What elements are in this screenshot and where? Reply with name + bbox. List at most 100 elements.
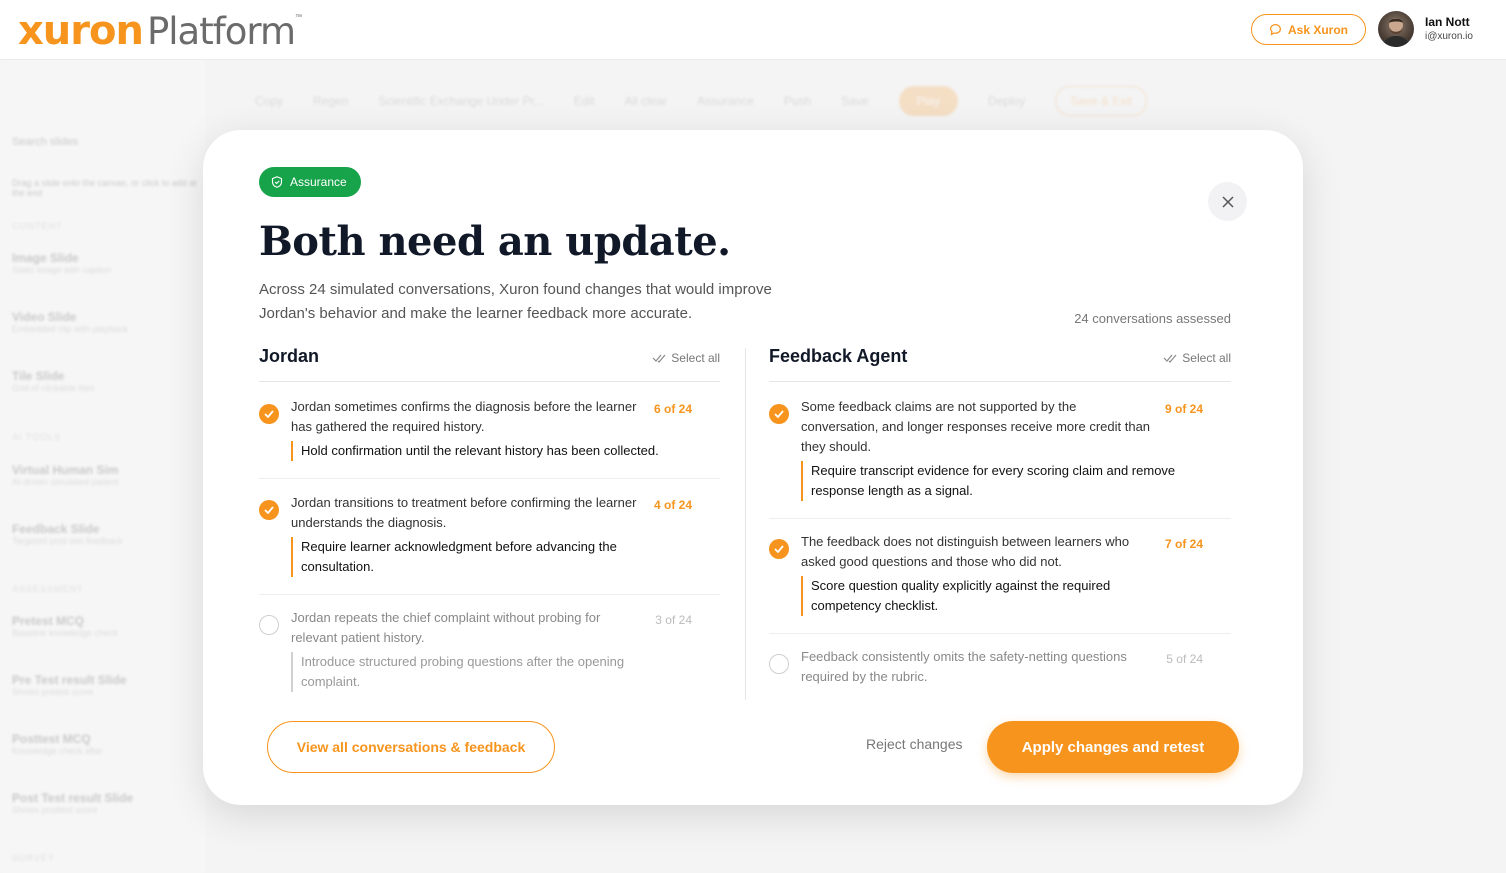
item-title: Video Slide <box>12 310 77 324</box>
logo-trademark: ™ <box>295 14 303 21</box>
regen-button[interactable]: Regen <box>313 94 348 108</box>
apply-changes-button[interactable]: Apply changes and retest <box>987 721 1239 773</box>
badge-label: Assurance <box>290 175 347 189</box>
issue-text: Jordan repeats the chief complaint witho… <box>291 610 601 645</box>
item-sub: Shows posttest score <box>12 805 98 815</box>
item-sub: Baseline knowledge check <box>12 628 119 638</box>
unchecked-icon[interactable] <box>769 654 789 674</box>
occurrence-count: 7 of 24 <box>1164 537 1203 551</box>
section-assessment: ASSESSMENT <box>12 584 84 594</box>
occurrence-count: 6 of 24 <box>653 402 692 416</box>
unchecked-icon[interactable] <box>259 615 279 635</box>
library-item-virtual-human[interactable]: Virtual Human Sim AI-driven simulated pat… <box>12 463 202 487</box>
checked-icon[interactable] <box>769 539 789 559</box>
assurance-modal: Assurance Both need an update. Across 24… <box>203 130 1303 805</box>
issue-text: The feedback does not distinguish betwee… <box>801 534 1130 569</box>
item-sub: Grid of clickable tiles <box>12 383 95 393</box>
item-title: Virtual Human Sim <box>12 463 119 477</box>
close-icon <box>1221 195 1234 208</box>
play-button[interactable]: Play <box>898 86 958 116</box>
edit-button[interactable]: Edit <box>574 94 595 108</box>
assessed-count: 24 conversations assessed <box>1074 311 1231 326</box>
user-avatar[interactable] <box>1378 11 1414 47</box>
xuron-logo[interactable]: xuron Platform ™ <box>18 8 302 54</box>
logo-brand: xuron <box>18 8 144 54</box>
top-header: xuron Platform ™ Ask Xuron Ian Nott i@xu… <box>0 0 1506 60</box>
item-divider <box>259 478 720 479</box>
library-item-feedback-slide[interactable]: Feedback Slide Targeted post-sim feedback <box>12 522 202 546</box>
proposed-fix: Require learner acknowledgment before ad… <box>291 537 651 577</box>
search-placeholder: Search slides <box>12 136 79 148</box>
push-button[interactable]: Push <box>784 94 811 108</box>
slide-library-sidebar: Search slides Drag a slide onto the canv… <box>0 61 205 873</box>
item-sub: Shows pretest score <box>12 687 94 697</box>
proposed-fix: Score question quality explicitly agains… <box>801 576 1151 616</box>
column-title: Jordan <box>259 346 320 366</box>
editor-toolbar: Copy Regen Scientific Exchange Under Pr.… <box>235 81 1490 121</box>
library-item-posttest-result[interactable]: Post Test result Slide Shows posttest sco… <box>12 791 202 815</box>
item-sub: Targeted post-sim feedback <box>12 536 123 546</box>
save-exit-button[interactable]: Save & Exit <box>1055 86 1148 116</box>
shield-check-icon <box>271 176 283 188</box>
column-divider <box>745 348 746 700</box>
item-sub: Static image with caption <box>12 265 112 275</box>
item-title: Pretest MCQ <box>12 614 85 628</box>
occurrence-count: 4 of 24 <box>653 498 692 512</box>
item-title: Posttest MCQ <box>12 732 91 746</box>
library-item-image-slide[interactable]: Image Slide Static image with caption <box>12 251 202 275</box>
proposed-fix: Introduce structured probing questions a… <box>291 652 661 692</box>
column-title: Feedback Agent <box>769 346 908 366</box>
item-title: Tile Slide <box>12 369 65 383</box>
deploy-button[interactable]: Deploy <box>988 94 1025 108</box>
library-item-tile-slide[interactable]: Tile Slide Grid of clickable tiles <box>12 369 202 393</box>
drag-hint: Drag a slide onto the canvas, or click t… <box>12 178 197 198</box>
issue-text: Some feedback claims are not supported b… <box>801 399 1151 454</box>
checked-icon[interactable] <box>259 500 279 520</box>
assurance-button[interactable]: Assurance <box>697 94 754 108</box>
section-survey: SURVEY <box>12 853 55 863</box>
select-all-label: Select all <box>1182 351 1231 365</box>
library-item-pretest[interactable]: Pretest MCQ Baseline knowledge check <box>12 614 202 638</box>
jordan-column: Jordan Select all Jordan sometimes confi… <box>259 344 720 692</box>
close-button[interactable] <box>1208 182 1247 221</box>
library-item-posttest[interactable]: Posttest MCQ Knowledge check after <box>12 732 202 756</box>
item-sub: Knowledge check after <box>12 746 104 756</box>
feedback-agent-header: Feedback Agent Select all <box>769 344 1231 382</box>
issue-text: Feedback consistently omits the safety-n… <box>801 649 1127 684</box>
item-divider <box>259 594 720 595</box>
reject-changes-button[interactable]: Reject changes <box>866 736 963 752</box>
library-item-video-slide[interactable]: Video Slide Embedded clip with playback <box>12 310 202 334</box>
feedback-agent-column: Feedback Agent Select all Some feedback … <box>769 344 1231 684</box>
user-name: Ian Nott <box>1425 15 1470 29</box>
item-divider <box>769 518 1231 519</box>
double-check-icon <box>1163 354 1177 363</box>
doc-title: Scientific Exchange Under Pr... <box>378 94 544 108</box>
occurrence-count: 5 of 24 <box>1166 652 1203 666</box>
checked-icon[interactable] <box>259 404 279 424</box>
issue-text: Jordan transitions to treatment before c… <box>291 495 637 530</box>
modal-title: Both need an update. <box>259 218 731 265</box>
item-title: Pre Test result Slide <box>12 673 127 687</box>
ask-xuron-label: Ask Xuron <box>1287 22 1348 37</box>
occurrence-count: 3 of 24 <box>655 613 692 627</box>
save-button[interactable]: Save <box>841 94 868 108</box>
item-title: Post Test result Slide <box>12 791 134 805</box>
item-title: Image Slide <box>12 251 79 265</box>
feedback-select-all[interactable]: Select all <box>1163 351 1231 365</box>
select-all-label: Select all <box>671 351 720 365</box>
issue-text: Jordan sometimes confirms the diagnosis … <box>291 399 637 434</box>
section-ai-tools: AI TOOLS <box>12 432 62 442</box>
view-all-conversations-button[interactable]: View all conversations & feedback <box>267 721 555 773</box>
slide-search-input[interactable]: Search slides <box>12 136 202 148</box>
jordan-select-all[interactable]: Select all <box>652 351 720 365</box>
chat-bubble-icon <box>1269 24 1281 36</box>
user-email: i@xuron.io <box>1425 31 1473 42</box>
ask-xuron-button[interactable]: Ask Xuron <box>1251 14 1366 45</box>
library-item-pretest-result[interactable]: Pre Test result Slide Shows pretest score <box>12 673 202 697</box>
item-sub: Embedded clip with playback <box>12 324 129 334</box>
avatar-image <box>1382 18 1410 47</box>
copy-button[interactable]: Copy <box>255 94 283 108</box>
item-sub: AI-driven simulated patient <box>12 477 119 487</box>
modal-description: Across 24 simulated conversations, Xuron… <box>259 281 772 322</box>
checked-icon[interactable] <box>769 404 789 424</box>
